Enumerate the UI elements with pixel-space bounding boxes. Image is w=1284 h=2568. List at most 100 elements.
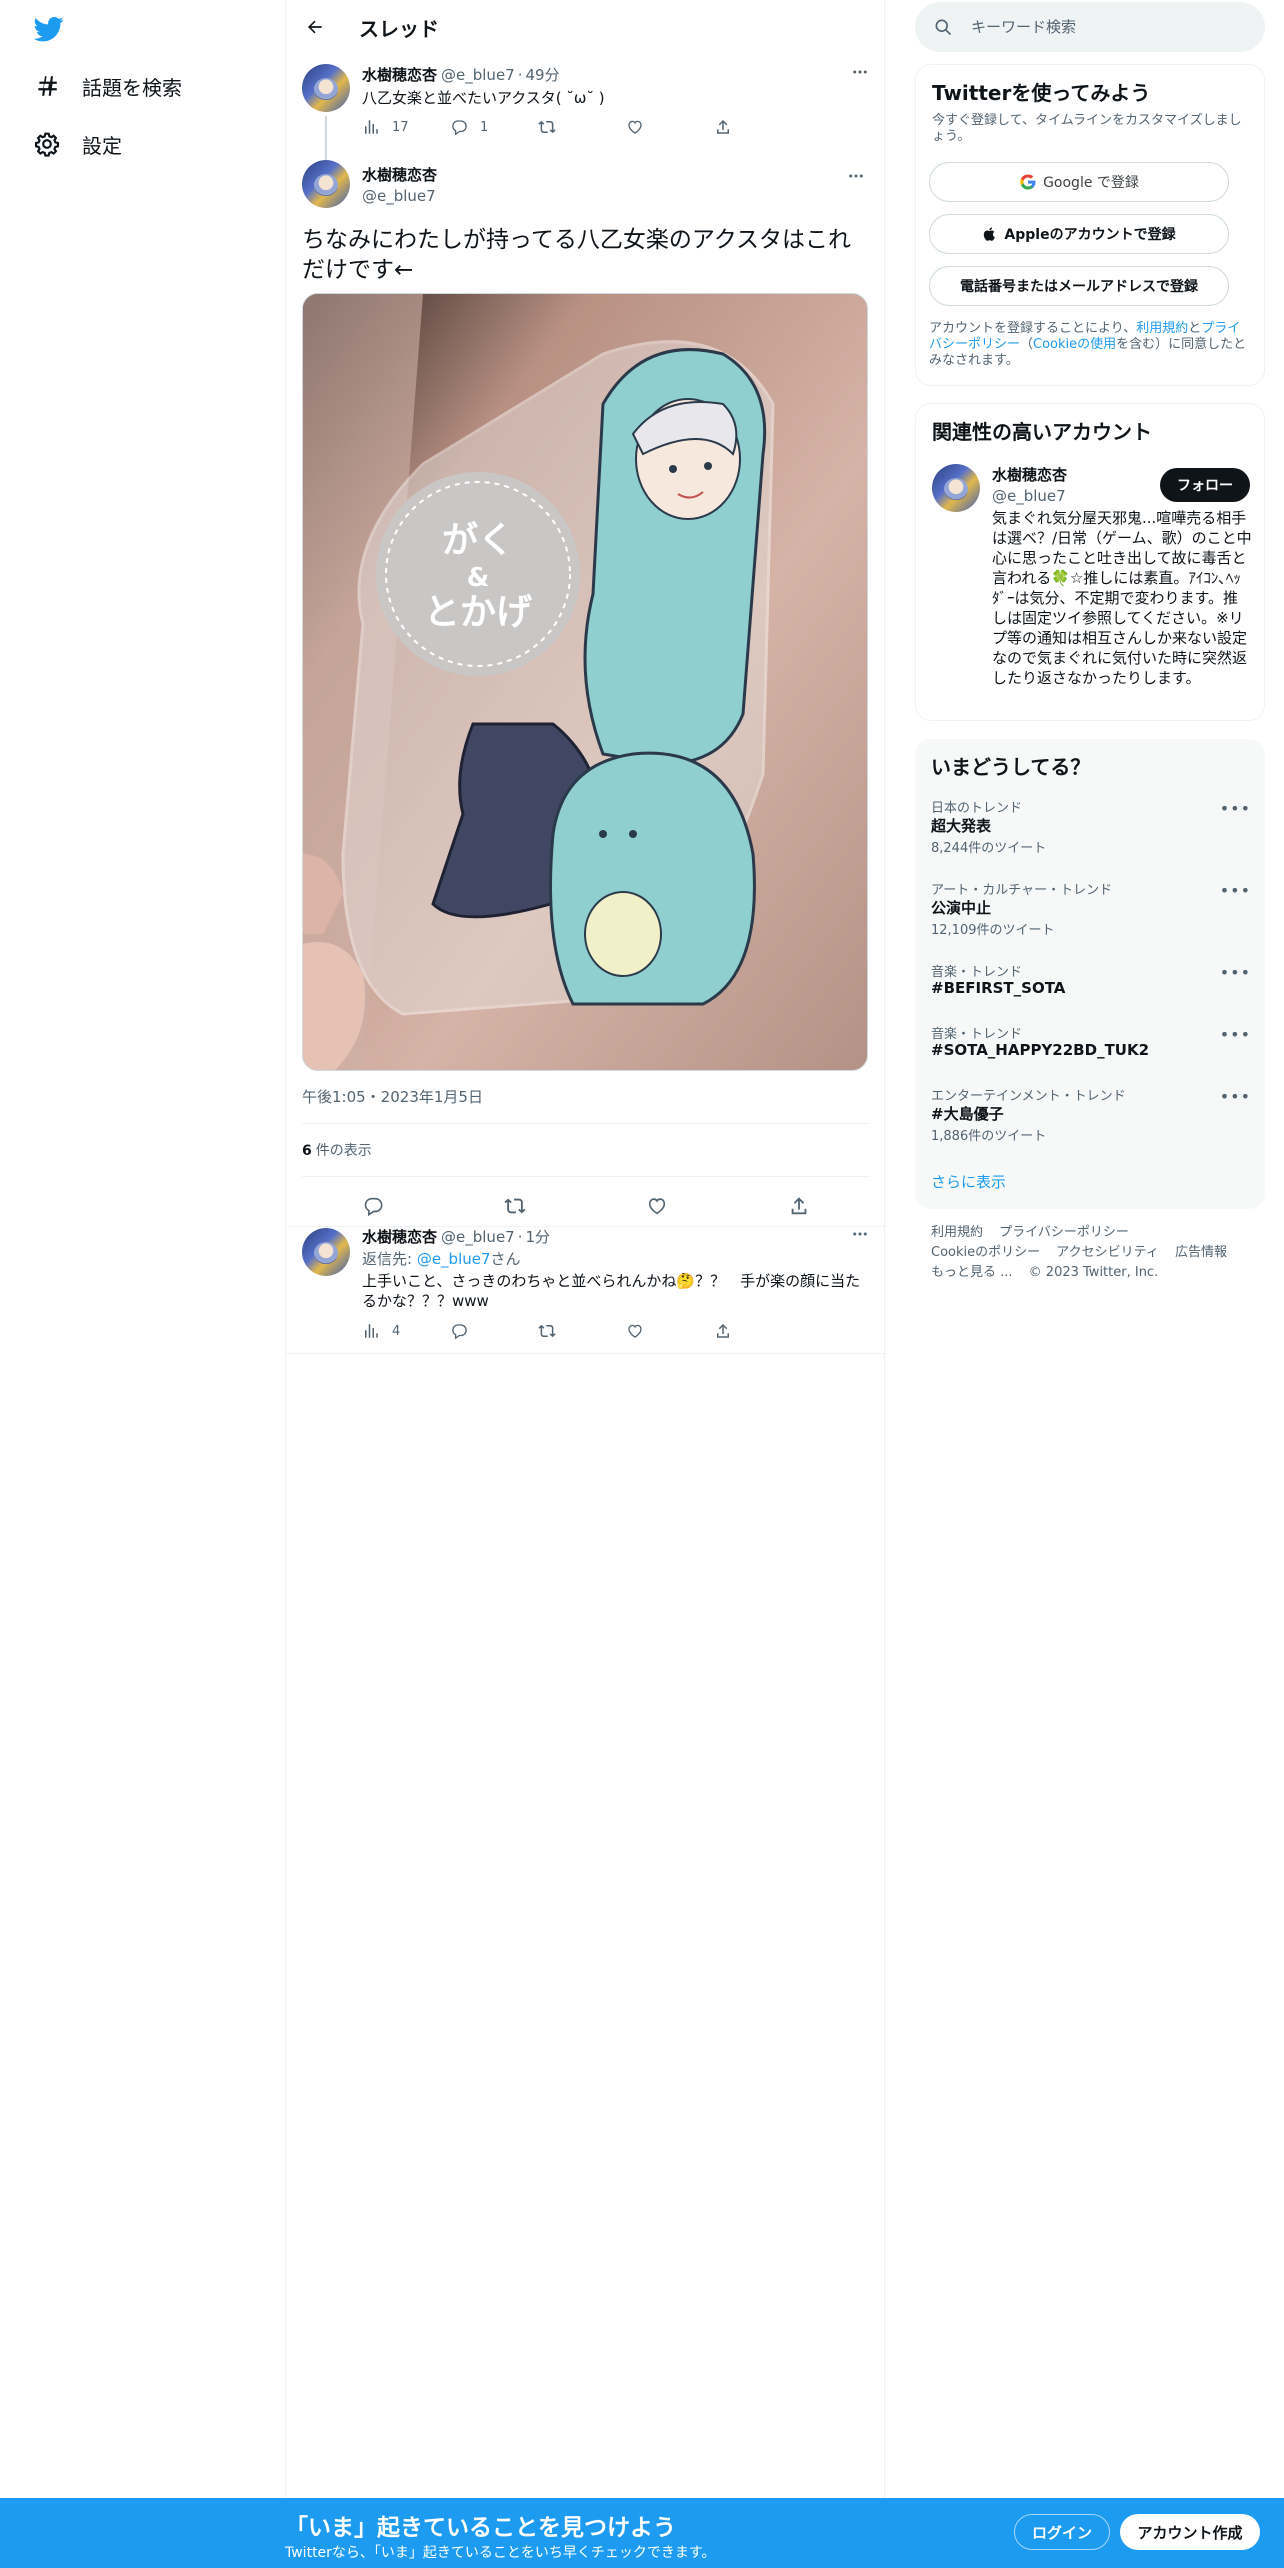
back-button[interactable] bbox=[300, 12, 330, 42]
tweet-time[interactable]: 1分 bbox=[526, 1226, 551, 1247]
reply-icon bbox=[452, 1324, 467, 1340]
trend-count: 12,109件のツイート bbox=[931, 923, 1055, 938]
footer-ads-link[interactable]: 広告情報 bbox=[1175, 1245, 1227, 1260]
reply-button[interactable] bbox=[450, 1322, 538, 1340]
google-signup-label: Google で登録 bbox=[1043, 175, 1139, 191]
reply-icon bbox=[364, 1197, 383, 1217]
analytics-icon bbox=[365, 1324, 378, 1338]
author-handle[interactable]: @e_blue7 bbox=[441, 1228, 515, 1246]
retweet-button[interactable] bbox=[538, 118, 626, 136]
trend-count: 8,244件のツイート bbox=[931, 841, 1047, 856]
more-icon[interactable] bbox=[844, 164, 868, 188]
author-name[interactable]: 水樹穂恋杏 bbox=[362, 64, 437, 85]
page-title: スレッド bbox=[359, 17, 439, 41]
tweet-text: 上手いこと、さっきのわちゃと並べられんかね🤔？？ 手が楽の顔に当たるかな？？？w… bbox=[362, 1272, 861, 1310]
trend-item[interactable]: 音楽・トレンド #BEFIRST_SOTA ••• bbox=[915, 961, 1265, 1005]
like-button[interactable] bbox=[639, 1188, 675, 1224]
twitter-logo-icon[interactable] bbox=[32, 14, 66, 44]
author-handle[interactable]: @e_blue7 bbox=[441, 66, 515, 84]
login-button[interactable]: ログイン bbox=[1014, 2514, 1110, 2550]
nav-settings[interactable]: 設定 bbox=[32, 124, 122, 164]
nav-settings-label: 設定 bbox=[82, 133, 122, 158]
author-handle[interactable]: @e_blue7 bbox=[362, 187, 437, 205]
signup-button[interactable]: アカウント作成 bbox=[1120, 2514, 1260, 2550]
footer-privacy-link[interactable]: プライバシーポリシー bbox=[999, 1225, 1129, 1240]
phone-email-signup-button[interactable]: 電話番号またはメールアドレスで登録 bbox=[929, 266, 1229, 306]
author-name[interactable]: 水樹穂恋杏 bbox=[362, 164, 437, 185]
apple-signup-button[interactable]: Appleのアカウントで登録 bbox=[929, 214, 1229, 254]
reply-handle-link[interactable]: @e_blue7 bbox=[417, 1250, 491, 1268]
trend-category: エンターテインメント・トレンド bbox=[931, 1089, 1126, 1104]
share-button[interactable] bbox=[781, 1188, 817, 1224]
hashtag-icon bbox=[32, 71, 62, 101]
legal-text: と bbox=[1188, 321, 1202, 336]
avatar[interactable] bbox=[932, 464, 980, 512]
like-button[interactable] bbox=[626, 118, 714, 136]
show-more-link[interactable]: さらに表示 bbox=[931, 1171, 1006, 1192]
share-icon bbox=[791, 1197, 807, 1215]
signup-panel: Twitterを使ってみよう 今すぐ登録して、タイムラインをカスタマイズしましょ… bbox=[915, 64, 1265, 386]
avatar[interactable] bbox=[302, 1228, 350, 1276]
views-button[interactable]: 17 bbox=[362, 118, 450, 136]
follow-button[interactable]: フォロー bbox=[1160, 468, 1250, 502]
more-icon[interactable] bbox=[848, 60, 872, 84]
views-count: 4 bbox=[392, 1323, 401, 1339]
trend-name: #SOTA_HAPPY22BD_TUK2 bbox=[931, 1041, 1150, 1059]
more-icon[interactable]: ••• bbox=[1220, 1087, 1251, 1106]
terms-link[interactable]: 利用規約 bbox=[1136, 321, 1188, 336]
bottom-bar-subtitle: Twitterなら、「いま」起きていることをいち早くチェックできます。 bbox=[285, 2545, 716, 2561]
panel-title: Twitterを使ってみよう bbox=[932, 81, 1151, 105]
apple-signup-label: Appleのアカウントで登録 bbox=[1004, 227, 1176, 243]
reply-button[interactable]: 1 bbox=[450, 118, 538, 136]
more-icon[interactable]: ••• bbox=[1220, 881, 1251, 900]
share-button[interactable] bbox=[714, 1322, 802, 1340]
trend-count: 1,886件のツイート bbox=[931, 1129, 1047, 1144]
reply-tweet[interactable]: 水樹穂恋杏 @e_blue7 · 1分 返信先: @e_blue7さん 上手いこ… bbox=[286, 1226, 886, 1354]
search-bar[interactable] bbox=[915, 2, 1265, 52]
reply-button[interactable] bbox=[355, 1188, 391, 1224]
more-icon[interactable] bbox=[848, 1222, 872, 1246]
trend-item[interactable]: エンターテインメント・トレンド #大島優子 1,886件のツイート ••• bbox=[915, 1085, 1265, 1145]
reply-prefix: 返信先: bbox=[362, 1250, 417, 1268]
trend-name: 超大発表 bbox=[931, 817, 992, 835]
retweet-button[interactable] bbox=[538, 1322, 626, 1340]
trend-category: 日本のトレンド bbox=[931, 801, 1023, 816]
heart-icon bbox=[648, 1198, 666, 1215]
views-button[interactable]: 4 bbox=[362, 1322, 450, 1340]
login-prompt-bar: 「いま」起きていることを見つけよう Twitterなら、「いま」起きていることを… bbox=[0, 2498, 1284, 2568]
trend-item[interactable]: アート・カルチャー・トレンド 公演中止 12,109件のツイート ••• bbox=[915, 879, 1265, 939]
footer-terms-link[interactable]: 利用規約 bbox=[931, 1225, 983, 1240]
tweet-timestamp[interactable]: 午後1:05・2023年1月5日 bbox=[302, 1086, 483, 1107]
author-name[interactable]: 水樹穂恋杏 bbox=[362, 1226, 437, 1247]
bottom-bar-title: 「いま」起きていることを見つけよう bbox=[285, 2515, 676, 2541]
more-icon[interactable]: ••• bbox=[1220, 1025, 1251, 1044]
trend-item[interactable]: 日本のトレンド 超大発表 8,244件のツイート ••• bbox=[915, 797, 1265, 857]
nav-explore[interactable]: 話題を検索 bbox=[32, 66, 182, 106]
more-icon[interactable]: ••• bbox=[1220, 799, 1251, 818]
reply-icon bbox=[452, 120, 467, 136]
tweet-photo[interactable]: がく & とかげ bbox=[302, 293, 868, 1071]
footer-cookie-link[interactable]: Cookieのポリシー bbox=[931, 1245, 1040, 1260]
account-name[interactable]: 水樹穂恋杏 bbox=[992, 464, 1067, 485]
avatar[interactable] bbox=[302, 160, 350, 208]
retweet-button[interactable] bbox=[497, 1188, 533, 1224]
footer-accessibility-link[interactable]: アクセシビリティ bbox=[1056, 1245, 1159, 1260]
like-button[interactable] bbox=[626, 1322, 714, 1340]
account-bio: 気まぐれ気分屋天邪鬼...喧嘩売る相手は選べ？/日常（ゲーム、歌）のこと中心に思… bbox=[992, 509, 1252, 687]
search-input[interactable] bbox=[971, 18, 1251, 36]
account-handle[interactable]: @e_blue7 bbox=[992, 487, 1067, 505]
share-button[interactable] bbox=[714, 118, 802, 136]
trend-item[interactable]: 音楽・トレンド #SOTA_HAPPY22BD_TUK2 ••• bbox=[915, 1023, 1265, 1067]
tweet-actions: 17 1 bbox=[362, 118, 802, 136]
cookie-link[interactable]: Cookieの使用 bbox=[1033, 337, 1116, 352]
footer-links: 利用規約 プライバシーポリシー Cookieのポリシー アクセシビリティ 広告情… bbox=[931, 1223, 1261, 1283]
avatar[interactable] bbox=[302, 64, 350, 112]
search-icon bbox=[935, 19, 952, 36]
tweet-time[interactable]: 49分 bbox=[526, 64, 560, 85]
badge-text-3: とかげ bbox=[424, 592, 532, 633]
footer-more-link[interactable]: もっと見る ... bbox=[931, 1265, 1013, 1280]
parent-tweet[interactable]: 水樹穂恋杏 @e_blue7 · 49分 八乙女楽と並べたいアクスタ( ˘ω˘ … bbox=[286, 64, 886, 162]
more-icon[interactable]: ••• bbox=[1220, 963, 1251, 982]
signup-legal-text: アカウントを登録することにより、利用規約とプライバシーポリシー（Cookieの使… bbox=[929, 321, 1249, 369]
google-signup-button[interactable]: Google で登録 bbox=[929, 162, 1229, 202]
